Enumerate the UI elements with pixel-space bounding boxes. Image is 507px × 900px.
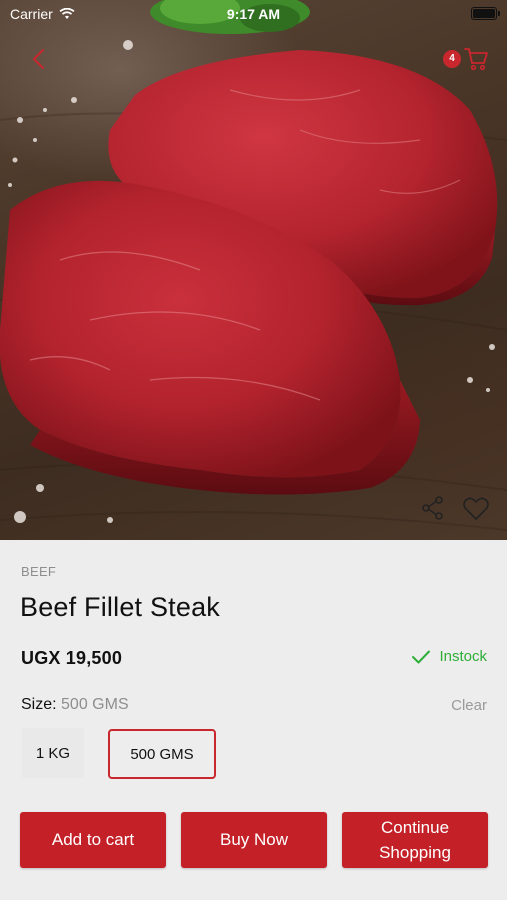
shopping-cart-icon xyxy=(464,48,488,71)
check-icon xyxy=(412,650,431,663)
back-button[interactable] xyxy=(24,44,54,74)
continue-shopping-button[interactable]: Continue Shopping xyxy=(342,812,488,868)
steak-photo xyxy=(0,0,507,531)
status-time: 9:17 AM xyxy=(226,6,281,22)
product-price: UGX 19,500 xyxy=(21,648,123,668)
battery-icon xyxy=(471,7,500,20)
share-button[interactable] xyxy=(420,495,446,521)
product-details: BEEF Beef Fillet Steak UGX 19,500 Instoc… xyxy=(0,540,507,900)
add-to-cart-button[interactable]: Add to cart xyxy=(20,812,166,868)
chevron-left-icon xyxy=(33,49,44,69)
product-category: BEEF xyxy=(21,564,57,579)
size-label: Size: xyxy=(21,696,57,713)
cart-button[interactable]: 4 xyxy=(443,44,489,76)
product-image: Carrier 9:17 AM 4 xyxy=(0,0,507,540)
status-bar: Carrier 9:17 AM xyxy=(0,0,507,28)
size-option-500gms[interactable]: 500 GMS xyxy=(108,729,216,779)
cart-count-badge: 4 xyxy=(443,50,461,68)
heart-icon xyxy=(463,497,489,520)
clear-size-button[interactable]: Clear xyxy=(451,697,487,714)
size-option-1kg[interactable]: 1 KG xyxy=(22,728,84,778)
stock-status: Instock xyxy=(411,648,487,665)
size-value: 500 GMS xyxy=(61,696,129,713)
buy-now-button[interactable]: Buy Now xyxy=(181,812,327,868)
share-icon xyxy=(422,496,443,520)
size-summary: Size: 500 GMS xyxy=(21,696,129,714)
product-title: Beef Fillet Steak xyxy=(20,592,220,622)
stock-label: Instock xyxy=(439,648,487,665)
favorite-button[interactable] xyxy=(462,496,490,522)
